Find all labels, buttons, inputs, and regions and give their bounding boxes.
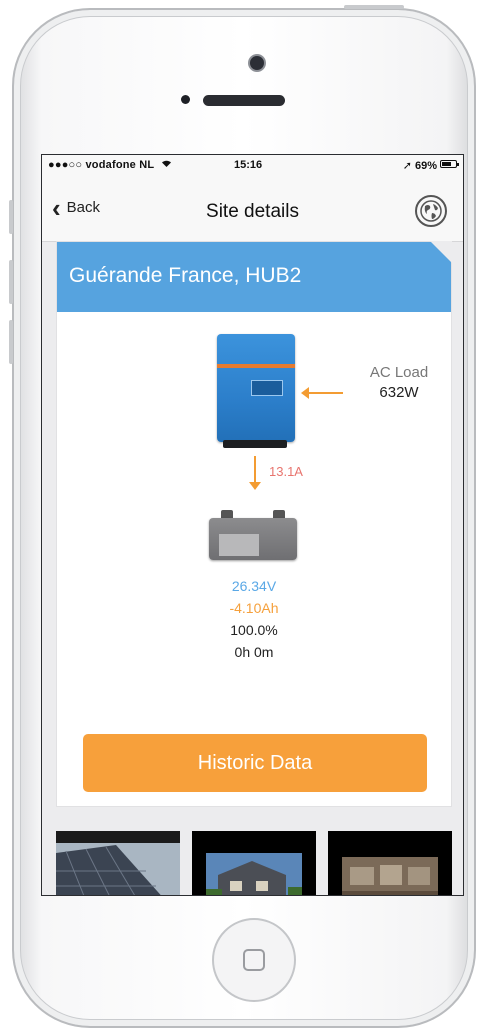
proximity-sensor <box>181 95 190 104</box>
globe-icon <box>420 200 442 222</box>
site-name: Guérande France, HUB2 <box>69 264 302 287</box>
battery-percent: 69% <box>414 160 437 172</box>
battery-icon <box>440 160 459 168</box>
site-photo[interactable] <box>192 831 316 895</box>
inverter-image <box>217 334 295 448</box>
home-button[interactable] <box>212 918 296 1002</box>
battery-current: 13.1A <box>269 464 303 479</box>
carrier-signal: ●●●○○ vodafone NL <box>48 159 172 171</box>
sleep-button <box>344 5 404 9</box>
front-camera <box>250 56 264 70</box>
globe-button[interactable] <box>415 195 447 227</box>
photo-strip <box>56 831 452 895</box>
corner-fold <box>430 241 452 263</box>
status-right: ➚ 69% <box>403 159 437 172</box>
location-arrow-icon: ➚ <box>402 160 412 172</box>
battery-voltage: 26.34V <box>231 578 277 594</box>
wifi-icon <box>161 159 172 171</box>
site-photo[interactable] <box>328 831 452 895</box>
phone-screen: ●●●○○ vodafone NL 15:16 ➚ 69% ‹ Back Sit… <box>41 154 464 896</box>
battery-fill <box>442 162 451 166</box>
inverter-band <box>217 364 295 368</box>
volume-up-button <box>9 260 13 304</box>
mute-switch <box>9 200 13 234</box>
site-card: Guérande France, HUB2 AC Load 632W 13.1A… <box>56 241 452 807</box>
inverter-panel <box>251 380 283 396</box>
page-title: Site details <box>206 201 299 222</box>
historic-data-button[interactable]: Historic Data <box>83 734 427 792</box>
state-of-charge: 100.0% <box>230 622 278 638</box>
ac-load-label: AC Load <box>369 364 429 381</box>
earpiece-speaker <box>203 95 285 106</box>
navigation-bar: ‹ Back Site details <box>42 175 463 242</box>
site-photo[interactable] <box>56 831 180 895</box>
battery-amp-hours: -4.10Ah <box>229 600 279 616</box>
battery-body <box>209 518 297 560</box>
site-header: Guérande France, HUB2 <box>57 241 452 312</box>
battery-label <box>219 534 259 556</box>
battery-image <box>209 510 297 560</box>
dc-flow-arrow-icon <box>249 456 261 490</box>
ac-load-value: 632W <box>379 384 419 401</box>
status-time: 15:16 <box>234 159 263 171</box>
status-bar: ●●●○○ vodafone NL 15:16 ➚ 69% <box>42 155 463 175</box>
volume-down-button <box>9 320 13 364</box>
carrier-label: ●●●○○ vodafone NL <box>48 159 155 171</box>
home-square-icon <box>243 949 265 971</box>
ac-flow-arrow-icon <box>301 387 343 399</box>
time-to-go: 0h 0m <box>234 644 274 660</box>
inverter-connectors <box>223 440 287 448</box>
